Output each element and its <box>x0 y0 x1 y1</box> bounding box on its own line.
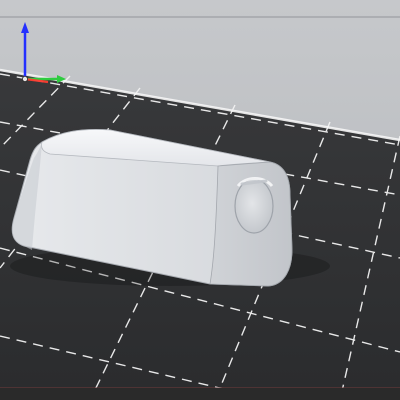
scene-canvas[interactable] <box>0 0 400 400</box>
bottom-strip-overlay <box>0 388 400 400</box>
hole <box>234 178 274 234</box>
top-bar-shadow <box>0 16 400 18</box>
3d-viewport[interactable] <box>0 0 400 400</box>
gizmo-origin <box>21 76 28 83</box>
